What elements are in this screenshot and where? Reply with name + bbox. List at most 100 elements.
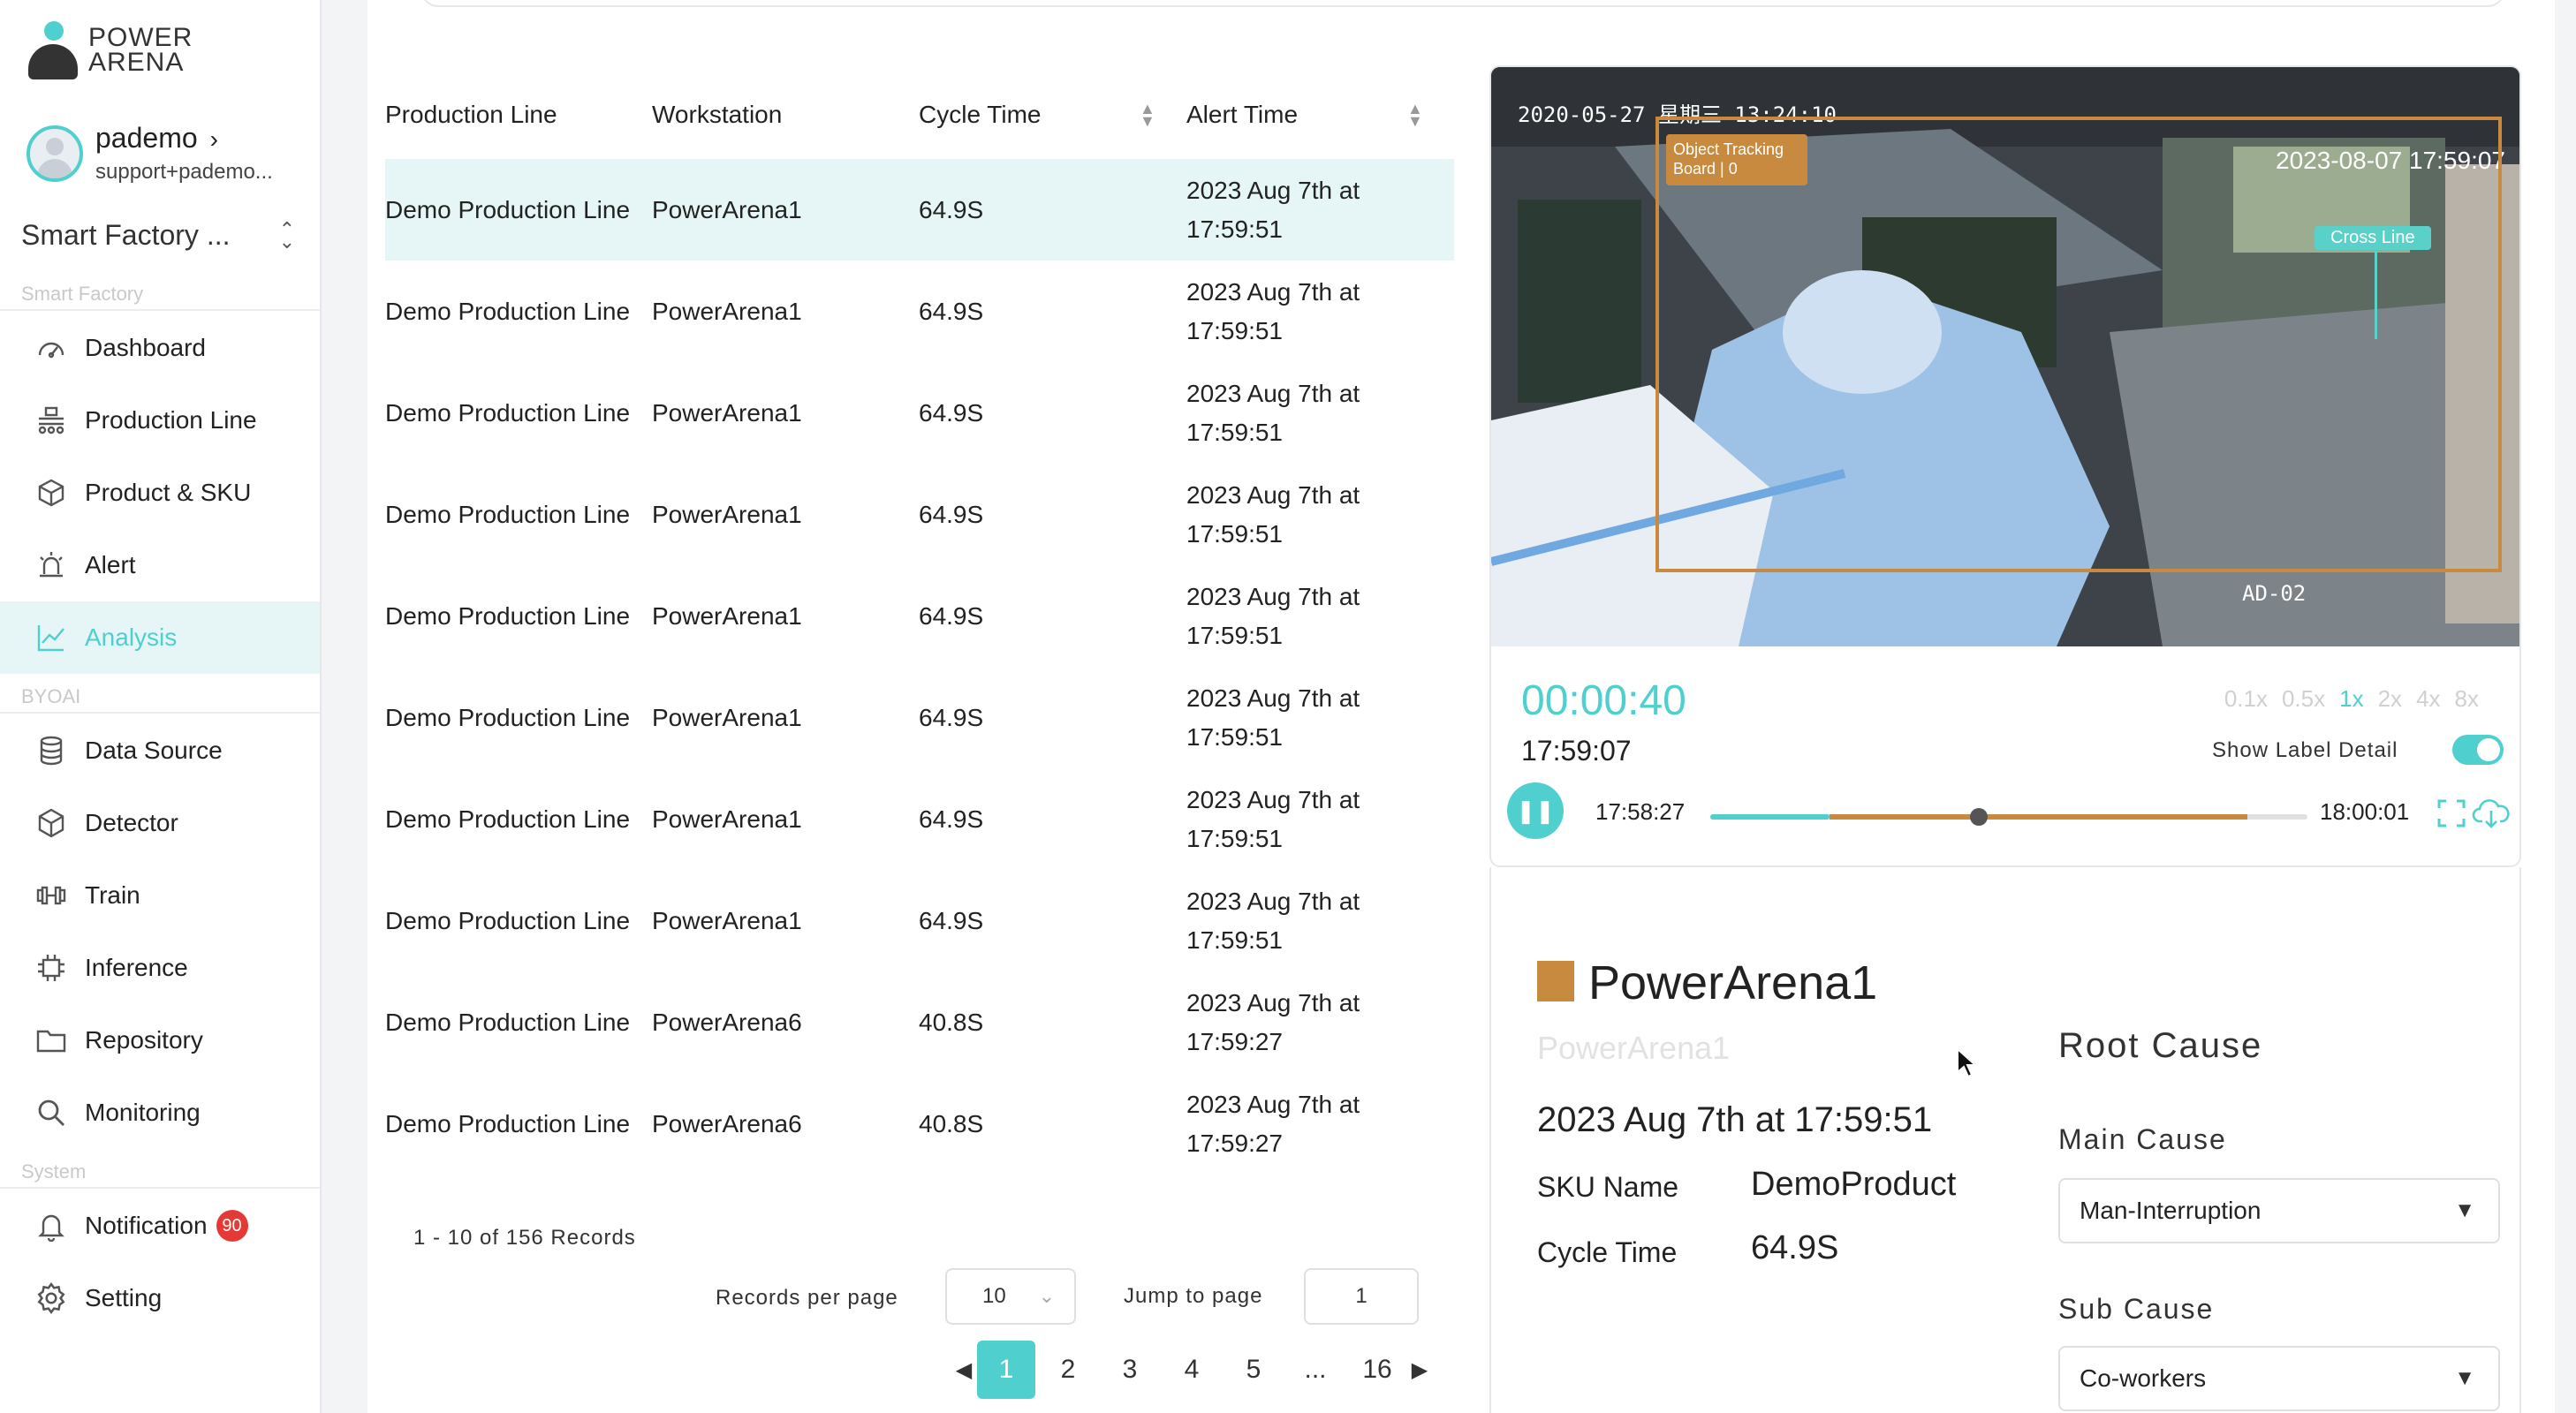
cell-alert-time: 2023 Aug 7th at 17:59:27 [1186,988,1360,1055]
page-button[interactable]: 1 [977,1341,1035,1399]
timeline-handle[interactable] [1970,808,1989,826]
page-button[interactable]: 5 [1224,1341,1283,1399]
pause-button[interactable]: ❚❚ [1507,782,1564,839]
show-label-detail-toggle[interactable] [2452,735,2504,765]
tracking-label: Object Tracking Board | 0 [1666,134,1807,185]
speed-option[interactable]: 4x [2416,685,2440,713]
cell-production-line: Demo Production Line [385,906,631,934]
cell-workstation: PowerArena1 [652,500,802,528]
table-row[interactable]: Demo Production Line PowerArena1 64.9S 2023… [385,362,1454,464]
cell-workstation: PowerArena1 [652,297,802,325]
sidebar-item-product-sku[interactable]: Product & SKU [0,457,320,529]
records-per-page-select[interactable]: 10 ⌄ [945,1268,1076,1325]
page-button[interactable]: 4 [1163,1341,1221,1399]
sidebar-item-label: Dashboard [85,334,206,361]
cell-production-line: Demo Production Line [385,601,631,630]
cell-alert-time: 2023 Aug 7th at 17:59:27 [1186,1090,1360,1157]
sidebar-item-production-line[interactable]: Production Line [0,384,320,457]
sidebar: POWER ARENA pademo › support+pademo... Sm… [0,0,322,1413]
prev-page-icon[interactable]: ◀ [951,1341,977,1399]
fullscreen-icon[interactable] [2436,798,2466,833]
cube-icon [34,805,69,841]
cell-production-line: Demo Production Line [385,805,631,833]
speed-option[interactable]: 0.5x [2282,685,2325,713]
user-name: pademo [95,122,198,154]
sidebar-item-label: Inference [85,954,188,981]
table-row[interactable]: Demo Production Line PowerArena6 40.8S 2023… [385,971,1454,1073]
cell-cycle-time: 64.9S [919,805,984,833]
divider [0,1187,320,1189]
jump-to-page-input[interactable]: 1 [1304,1268,1419,1325]
sidebar-item-notification[interactable]: Notification 90 [0,1190,320,1262]
brand-logo[interactable]: POWER ARENA [27,19,193,81]
speed-option[interactable]: 8x [2455,685,2479,713]
sidebar-item-label: Train [85,881,140,909]
cell-production-line: Demo Production Line [385,703,631,731]
sidebar-item-setting[interactable]: Setting [0,1262,320,1334]
alert-table: Production Line Workstation Cycle Time ▲ ▼… [385,71,1454,1175]
records-per-page-value: 10 [982,1284,1006,1308]
table-row[interactable]: Demo Production Line PowerArena1 64.9S 2023… [385,565,1454,667]
video-panel: 2020-05-27 星期三 13:24:10 2023-08-07 17:59… [1489,65,2521,867]
speed-option[interactable]: 0.1x [2224,685,2268,713]
sidebar-item-alert[interactable]: Alert [0,529,320,601]
alert-detail-panel: PowerArena1 PowerArena1 2023 Aug 7th at … [1489,867,2521,1413]
brand-line2: ARENA [88,48,185,77]
timeline-end: 18:00:01 [2320,798,2410,825]
table-row[interactable]: Demo Production Line PowerArena1 64.9S 2023… [385,159,1454,261]
cell-cycle-time: 40.8S [919,1109,984,1137]
speed-option[interactable]: 1x [2339,685,2363,713]
video-player[interactable]: 2020-05-27 星期三 13:24:10 2023-08-07 17:59… [1491,67,2519,646]
cell-cycle-time: 64.9S [919,601,984,630]
root-cause-title: Root Cause [2058,1026,2263,1065]
sort-icon[interactable]: ▲ ▼ [1140,101,1155,129]
cell-production-line: Demo Production Line [385,1008,631,1036]
timeline-event-range [1830,814,2248,820]
speed-option[interactable]: 2x [2378,685,2402,713]
table-row[interactable]: Demo Production Line PowerArena1 64.9S 2023… [385,667,1454,768]
next-page-icon[interactable]: ▶ [1406,1341,1433,1399]
cell-cycle-time: 64.9S [919,195,984,223]
table-row[interactable]: Demo Production Line PowerArena1 64.9S 2023… [385,464,1454,565]
cell-workstation: PowerArena1 [652,703,802,731]
section-label-smart-factory: Smart Factory [21,283,144,305]
main-cause-select[interactable]: Man-Interruption ▼ [2058,1178,2500,1243]
cloud-download-icon[interactable] [2472,797,2511,833]
elapsed-time: 00:00:40 [1521,677,1686,724]
table-row[interactable]: Demo Production Line PowerArena1 64.9S 2023… [385,261,1454,362]
sidebar-item-label: Production Line [85,406,257,434]
column-header-alert-time[interactable]: Alert Time ▲ ▼ [1186,95,1454,134]
cell-workstation: PowerArena1 [652,906,802,934]
table-row[interactable]: Demo Production Line PowerArena1 64.9S 2023… [385,870,1454,971]
box-icon [34,475,69,510]
chevron-right-icon: › [209,125,218,153]
cross-line-label: Cross Line [2315,226,2431,250]
page-button[interactable]: 16 [1348,1341,1406,1399]
sidebar-item-monitoring[interactable]: Monitoring [0,1077,320,1149]
page-button[interactable]: 3 [1101,1341,1159,1399]
sidebar-item-repository[interactable]: Repository [0,1004,320,1077]
divider [0,712,320,714]
sidebar-item-detector[interactable]: Detector [0,787,320,859]
folder-icon [34,1023,69,1058]
bell-icon [34,1208,69,1243]
factory-selector[interactable]: Smart Factory ... ⌃ ⌄ [21,219,295,252]
page-button[interactable]: 2 [1039,1341,1097,1399]
sub-cause-label: Sub Cause [2058,1293,2215,1325]
timeline-slider[interactable] [1710,808,2307,826]
sidebar-item-inference[interactable]: Inference [0,932,320,1004]
sidebar-item-dashboard[interactable]: Dashboard [0,312,320,384]
table-row[interactable]: Demo Production Line PowerArena6 40.8S 2023… [385,1073,1454,1175]
sidebar-item-analysis[interactable]: Analysis [0,601,320,674]
cell-cycle-time: 64.9S [919,703,984,731]
chevron-up-down-icon: ⌃ ⌄ [278,217,295,253]
column-header-cycle-time[interactable]: Cycle Time ▲ ▼ [919,101,1186,129]
cell-cycle-time: 40.8S [919,1008,984,1036]
sub-cause-select[interactable]: Co-workers ▼ [2058,1346,2500,1411]
sort-icon[interactable]: ▲ ▼ [1407,101,1423,129]
user-profile[interactable]: pademo › support+pademo... [27,122,273,185]
sidebar-item-data-source[interactable]: Data Source [0,714,320,787]
sidebar-item-train[interactable]: Train [0,859,320,932]
table-row[interactable]: Demo Production Line PowerArena1 64.9S 2023… [385,768,1454,870]
cell-cycle-time: 64.9S [919,398,984,427]
